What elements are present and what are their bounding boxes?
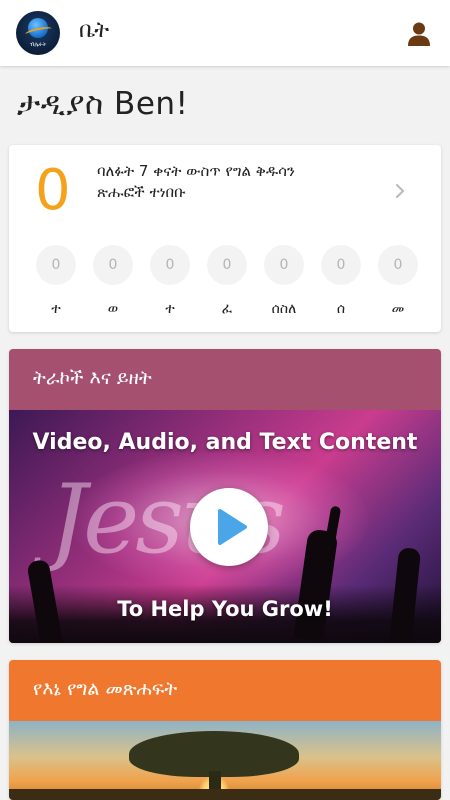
reading-stats-description: ባለፉት 7 ቀናት ውስጥ የግል ቅዱሳን ጽሑፎች ተነበቡ [97, 162, 295, 201]
ground [9, 789, 441, 800]
personal-journals-card[interactable]: የእኔ የግል መጽሐፍት [9, 660, 441, 800]
reading-stats-card[interactable]: 0 ባለፉት 7 ቀናት ውስጥ የግል ቅዱሳን ጽሑፎች ተነበቡ 0 ተ … [9, 145, 441, 332]
day-count-bubble: 0 [321, 245, 361, 285]
user-icon[interactable] [407, 21, 431, 47]
day-item: 0 መ [377, 245, 419, 317]
greeting-heading: ታዲያስ Ben! [17, 86, 189, 122]
day-label: ወ [107, 301, 119, 317]
play-button[interactable] [190, 488, 268, 566]
day-label: ሰ [336, 301, 346, 317]
day-item: 0 ወ [92, 245, 134, 317]
day-count-bubble: 0 [207, 245, 247, 285]
day-label: ፈ [221, 301, 233, 317]
day-item: 0 ተ [35, 245, 77, 317]
tracks-content-card[interactable]: ትራኮች እና ይዘት Jesus Video, Audio, and Text… [9, 349, 441, 643]
banner-tagline: To Help You Grow! [117, 597, 333, 621]
day-item: 0 ፈ [206, 245, 248, 317]
day-item: 0 ሰስለ [263, 245, 305, 317]
personal-journals-header[interactable]: የእኔ የግል መጽሐፍት [9, 660, 441, 721]
day-count-bubble: 0 [150, 245, 190, 285]
banner-headline: Video, Audio, and Text Content [32, 430, 418, 455]
tracks-content-banner[interactable]: Jesus Video, Audio, and Text Content To … [9, 410, 441, 643]
journal-banner-image[interactable] [9, 721, 441, 800]
day-label: መ [391, 301, 405, 317]
day-item: 0 ተ [149, 245, 191, 317]
day-label: ተ [51, 301, 61, 317]
day-count-bubble: 0 [93, 245, 133, 285]
day-item: 0 ሰ [320, 245, 362, 317]
logo-text: ብሌሩት [29, 41, 47, 48]
play-icon [218, 509, 247, 545]
day-label: ተ [165, 301, 175, 317]
chevron-right-icon[interactable] [393, 181, 407, 201]
reading-count: 0 [35, 158, 71, 223]
page-title: ቤት [79, 18, 110, 43]
day-label: ሰስለ [271, 301, 297, 317]
day-count-bubble: 0 [378, 245, 418, 285]
app-logo[interactable]: ብሌሩት [16, 11, 60, 55]
day-count-bubble: 0 [36, 245, 76, 285]
app-bar: ብሌሩት ቤት [0, 0, 450, 66]
day-count-bubble: 0 [264, 245, 304, 285]
weekday-row: 0 ተ 0 ወ 0 ተ 0 ፈ 0 ሰስለ 0 ሰ 0 መ [27, 245, 431, 323]
tracks-content-header[interactable]: ትራኮች እና ይዘት [9, 349, 441, 410]
